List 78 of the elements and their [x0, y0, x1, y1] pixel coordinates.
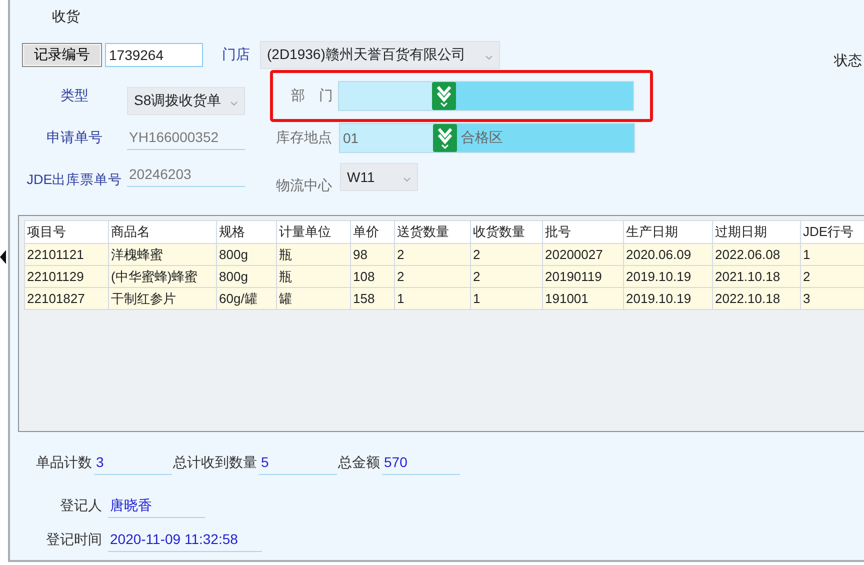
- field-label: 登记时间: [45, 531, 102, 549]
- dropdown[interactable]: S8调拨收货单: [127, 87, 245, 115]
- readonly-field: 5: [259, 451, 337, 475]
- record-number-field[interactable]: 1739264: [105, 43, 203, 67]
- table-cell: 1: [800, 244, 864, 266]
- table-cell: 191001: [542, 288, 624, 310]
- column-header[interactable]: 收货数量: [470, 220, 542, 244]
- column-header[interactable]: 单价: [350, 220, 394, 244]
- table-cell: 800g: [216, 266, 276, 288]
- table-cell: 1: [470, 288, 542, 310]
- column-header[interactable]: 商品名: [108, 220, 216, 244]
- table-cell: 瓶: [276, 244, 350, 266]
- readonly-field: 3: [94, 451, 172, 475]
- double-chevron-icon[interactable]: [433, 124, 457, 152]
- table-cell: 2: [470, 244, 542, 266]
- table-cell: 1: [394, 288, 470, 310]
- column-header[interactable]: JDE行号: [800, 220, 864, 244]
- table-cell: 3: [800, 288, 864, 310]
- column-header[interactable]: 批号: [542, 220, 624, 244]
- table-cell: 22101121: [24, 244, 108, 266]
- left-arrow-icon[interactable]: [0, 250, 6, 264]
- record-number-button[interactable]: 记录编号: [22, 43, 102, 67]
- table-cell: 2019.10.19: [624, 266, 712, 288]
- table-cell: 22101827: [24, 288, 108, 310]
- table-cell: 158: [350, 288, 394, 310]
- field-label: 物流中心: [276, 177, 333, 195]
- field-label: 门店: [222, 46, 251, 64]
- table-cell: 108: [350, 266, 394, 288]
- table-cell: 2021.10.18: [712, 266, 800, 288]
- field-label: 总计收到数量: [173, 454, 257, 472]
- lookup-field[interactable]: [338, 81, 634, 111]
- field-label: 类型: [60, 87, 90, 105]
- caret-icon[interactable]: [485, 55, 493, 60]
- column-header[interactable]: 生产日期: [624, 220, 712, 244]
- table-cell: 60g/罐: [216, 288, 276, 310]
- table-cell: 20200027: [542, 244, 624, 266]
- table-cell: 干制红参片: [108, 288, 216, 310]
- table-cell: 罐: [276, 288, 350, 310]
- table-cell: 800g: [216, 244, 276, 266]
- table-cell: 2022.06.08: [712, 244, 800, 266]
- readonly-field: 20246203: [127, 163, 245, 187]
- table-cell: 2022.10.18: [712, 288, 800, 310]
- dropdown[interactable]: W11: [340, 163, 418, 191]
- table-cell: 2019.10.19: [624, 288, 712, 310]
- field-label: JDE出库票单号: [26, 171, 124, 189]
- caret-icon[interactable]: [403, 177, 411, 182]
- readonly-field: 2020-11-09 11:32:58: [108, 528, 262, 552]
- table-cell: 2: [470, 266, 542, 288]
- field-label: 单品计数: [36, 454, 92, 472]
- column-header[interactable]: 计量单位: [276, 220, 350, 244]
- field-label: 登记人: [59, 497, 102, 515]
- field-label: 申请单号: [46, 129, 104, 147]
- dropdown[interactable]: (2D1936)赣州天誉百货有限公司: [260, 41, 500, 69]
- table-cell: 2: [800, 266, 864, 288]
- field-label: 部 门: [290, 87, 334, 105]
- column-header[interactable]: 项目号: [24, 220, 108, 244]
- table-cell: 2020.06.09: [624, 244, 712, 266]
- lookup-field[interactable]: 01 合格区: [339, 123, 635, 153]
- field-label: 总金额: [338, 454, 380, 472]
- readonly-field: 570: [382, 451, 460, 475]
- double-chevron-icon[interactable]: [432, 82, 456, 110]
- window-title: 收货: [52, 8, 80, 26]
- table-cell: (中华蜜蜂)蜂蜜: [108, 266, 216, 288]
- table-cell: 洋槐蜂蜜: [108, 244, 216, 266]
- column-header[interactable]: 送货数量: [394, 220, 470, 244]
- table-cell: 2: [394, 266, 470, 288]
- field-label: 状态: [834, 52, 862, 70]
- column-header[interactable]: 规格: [216, 220, 276, 244]
- column-header[interactable]: 过期日期: [712, 220, 800, 244]
- table-cell: 20190119: [542, 266, 624, 288]
- table-cell: 2: [394, 244, 470, 266]
- readonly-field: YH166000352: [127, 126, 245, 150]
- table-cell: 98: [350, 244, 394, 266]
- table-cell: 瓶: [276, 266, 350, 288]
- field-label: 库存地点: [276, 129, 333, 147]
- caret-icon[interactable]: [230, 101, 238, 106]
- readonly-field: 唐晓香: [108, 494, 205, 518]
- table-cell: 22101129: [24, 266, 108, 288]
